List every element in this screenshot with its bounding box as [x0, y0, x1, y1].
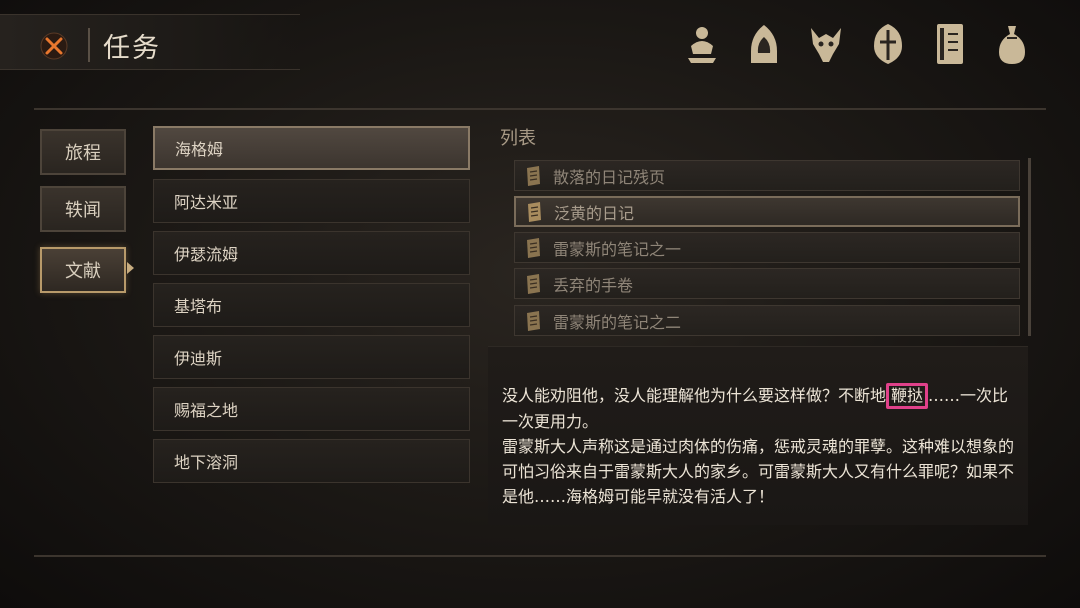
document-item[interactable]: 散落的日记残页	[514, 160, 1020, 191]
scroll-icon	[527, 237, 540, 258]
category-item[interactable]: 伊瑟流姆	[153, 231, 470, 275]
frame-divider-top	[34, 108, 1046, 110]
document-title: 雷蒙斯的笔记之一	[553, 239, 682, 259]
category-item[interactable]: 基塔布	[153, 283, 470, 327]
document-title: 散落的日记残页	[553, 167, 666, 187]
list-heading: 列表	[500, 128, 536, 149]
document-title: 丢弃的手卷	[553, 275, 634, 295]
document-item[interactable]: 雷蒙斯的笔记之二	[514, 305, 1020, 336]
scroll-icon	[527, 165, 540, 186]
list-scrollbar[interactable]	[1028, 158, 1031, 336]
scroll-icon	[527, 310, 540, 331]
scroll-icon	[528, 201, 541, 222]
close-icon	[40, 32, 68, 60]
active-tab-indicator	[127, 262, 134, 274]
document-item[interactable]: 雷蒙斯的笔记之一	[514, 232, 1020, 263]
frame-divider-bottom	[34, 555, 1046, 557]
category-item[interactable]: 赐福之地	[153, 387, 470, 431]
category-item[interactable]: 阿达米亚	[153, 179, 470, 223]
category-item[interactable]: 伊迪斯	[153, 335, 470, 379]
highlighted-word: 鞭挞	[886, 383, 929, 409]
hood-icon[interactable]	[744, 20, 784, 68]
title-divider	[88, 28, 90, 62]
character-icon[interactable]	[682, 20, 722, 68]
bag-icon[interactable]	[992, 20, 1032, 68]
page-title: 任务	[103, 33, 161, 64]
tab-journey[interactable]: 旅程	[40, 129, 126, 175]
document-paragraph-2: 雷蒙斯大人声称这是通过肉体的伤痛，惩戒灵魂的罪孽。这种难以想象的可怕习俗来自于雷…	[502, 437, 1015, 506]
document-title: 泛黄的日记	[554, 203, 635, 223]
journal-icon[interactable]	[930, 20, 970, 68]
beast-skull-icon[interactable]	[806, 20, 846, 68]
scroll-icon	[527, 273, 540, 294]
document-item[interactable]: 泛黄的日记	[514, 196, 1020, 227]
helmet-icon[interactable]	[868, 20, 908, 68]
text-before-highlight: 没人能劝阻他，没人能理解他为什么要这样做？不断地	[502, 386, 887, 405]
tab-documents[interactable]: 文献	[40, 247, 126, 293]
category-item[interactable]: 地下溶洞	[153, 439, 470, 483]
document-body: 没人能劝阻他，没人能理解他为什么要这样做？不断地 鞭挞 ……一次比一次更用力。 雷蒙…	[502, 383, 1022, 509]
category-item[interactable]: 海格姆	[153, 126, 470, 170]
document-title: 雷蒙斯的笔记之二	[553, 312, 682, 332]
document-item[interactable]: 丢弃的手卷	[514, 268, 1020, 299]
tab-anecdotes[interactable]: 轶闻	[40, 186, 126, 232]
close-button[interactable]	[36, 28, 72, 64]
document-list[interactable]: 散落的日记残页 泛黄的日记 雷蒙斯的笔记之一 丢弃的手卷 雷蒙斯的笔记之二	[500, 152, 1030, 338]
top-nav	[682, 20, 1032, 68]
